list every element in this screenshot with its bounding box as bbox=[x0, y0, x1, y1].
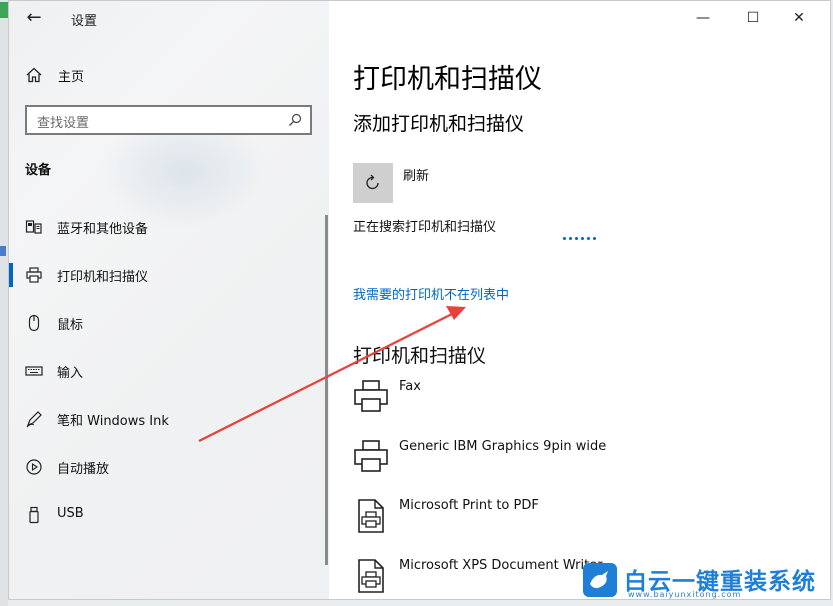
app-title: 设置 bbox=[71, 14, 98, 29]
back-button[interactable]: ← bbox=[21, 7, 47, 29]
background-app-strip bbox=[0, 0, 8, 606]
page-title: 打印机和扫描仪 bbox=[353, 64, 542, 95]
printer-name: Microsoft Print to PDF bbox=[399, 498, 539, 513]
nav-section-title: 设备 bbox=[25, 163, 52, 178]
nav-pane: ← 设置 主页 查找设置 设备 蓝牙和其他设备 打印机和扫描仪 鼠标 输入 笔和… bbox=[9, 1, 329, 599]
autoplay-icon bbox=[26, 459, 42, 475]
sidebar-item-label: 蓝牙和其他设备 bbox=[57, 222, 149, 237]
sidebar-item-label: USB bbox=[57, 506, 84, 521]
back-arrow-icon: ← bbox=[26, 7, 42, 28]
printer-icon bbox=[354, 380, 388, 412]
printer-item-pdf[interactable]: Microsoft Print to PDF bbox=[353, 498, 783, 548]
minimize-icon: — bbox=[696, 10, 710, 26]
search-input[interactable]: 查找设置 bbox=[25, 105, 312, 135]
document-printer-icon bbox=[358, 559, 384, 593]
sidebar-item-usb[interactable]: USB bbox=[9, 495, 327, 535]
close-icon: ✕ bbox=[793, 10, 805, 26]
watermark-logo: 白云一键重装系统 www.baiyunxitong.com bbox=[582, 560, 828, 602]
bluetooth-devices-icon bbox=[25, 220, 42, 234]
refresh-button[interactable] bbox=[353, 163, 393, 203]
minimize-button[interactable]: — bbox=[680, 1, 726, 35]
nav-home-label: 主页 bbox=[58, 70, 85, 85]
sidebar-item-pen[interactable]: 笔和 Windows Ink bbox=[9, 399, 327, 439]
bird-logo-icon bbox=[583, 563, 617, 597]
background-app-edge bbox=[0, 2, 8, 18]
printer-item-ibm[interactable]: Generic IBM Graphics 9pin wide bbox=[353, 439, 783, 489]
title-bar: ← 设置 bbox=[9, 1, 329, 35]
watermark-url: www.baiyunxitong.com bbox=[628, 590, 742, 599]
caption-buttons: — ☐ ✕ bbox=[680, 1, 830, 35]
printer-name: Fax bbox=[399, 379, 421, 394]
maximize-icon: ☐ bbox=[746, 10, 760, 26]
printer-name: Microsoft XPS Document Writer bbox=[399, 558, 603, 573]
sidebar-item-label: 输入 bbox=[57, 366, 84, 381]
sidebar-item-label: 笔和 Windows Ink bbox=[57, 414, 169, 429]
printer-not-listed-link[interactable]: 我需要的打印机不在列表中 bbox=[353, 284, 509, 303]
sidebar-item-printers[interactable]: 打印机和扫描仪 bbox=[9, 255, 327, 295]
background-app-edge bbox=[0, 246, 6, 256]
sidebar-item-mouse[interactable]: 鼠标 bbox=[9, 303, 327, 343]
keyboard-icon bbox=[25, 366, 43, 376]
selection-indicator bbox=[9, 263, 13, 287]
progress-dots bbox=[563, 237, 603, 243]
search-placeholder: 查找设置 bbox=[37, 116, 90, 131]
printers-list-heading: 打印机和扫描仪 bbox=[353, 345, 487, 367]
sidebar-item-autoplay[interactable]: 自动播放 bbox=[9, 447, 327, 487]
mouse-icon bbox=[28, 314, 40, 332]
settings-window: ← 设置 主页 查找设置 设备 蓝牙和其他设备 打印机和扫描仪 鼠标 输入 笔和… bbox=[8, 0, 831, 600]
search-icon bbox=[289, 113, 302, 126]
printer-item-fax[interactable]: Fax bbox=[353, 379, 783, 429]
home-icon bbox=[26, 67, 42, 83]
content-pane: — ☐ ✕ 打印机和扫描仪 添加打印机和扫描仪 刷新 正在搜索打印机和扫描仪 我… bbox=[329, 1, 830, 599]
nav-scrollbar[interactable] bbox=[325, 215, 328, 565]
nav-home[interactable]: 主页 bbox=[25, 63, 315, 89]
usb-icon bbox=[29, 506, 39, 524]
printer-name: Generic IBM Graphics 9pin wide bbox=[399, 439, 607, 454]
document-printer-icon bbox=[358, 499, 384, 533]
add-devices-heading: 添加打印机和扫描仪 bbox=[353, 113, 525, 135]
refresh-label[interactable]: 刷新 bbox=[403, 165, 429, 184]
sidebar-item-label: 自动播放 bbox=[57, 462, 110, 477]
refresh-icon bbox=[366, 174, 379, 190]
sidebar-item-bluetooth[interactable]: 蓝牙和其他设备 bbox=[9, 207, 327, 247]
close-button[interactable]: ✕ bbox=[776, 1, 822, 35]
sidebar-item-typing[interactable]: 输入 bbox=[9, 351, 327, 391]
sidebar-item-label: 打印机和扫描仪 bbox=[57, 270, 149, 285]
searching-status: 正在搜索打印机和扫描仪 bbox=[353, 220, 497, 235]
printer-icon bbox=[354, 440, 388, 472]
sidebar-item-label: 鼠标 bbox=[57, 318, 84, 333]
pen-icon bbox=[26, 411, 42, 428]
printer-icon bbox=[26, 267, 42, 283]
maximize-button[interactable]: ☐ bbox=[730, 1, 776, 35]
